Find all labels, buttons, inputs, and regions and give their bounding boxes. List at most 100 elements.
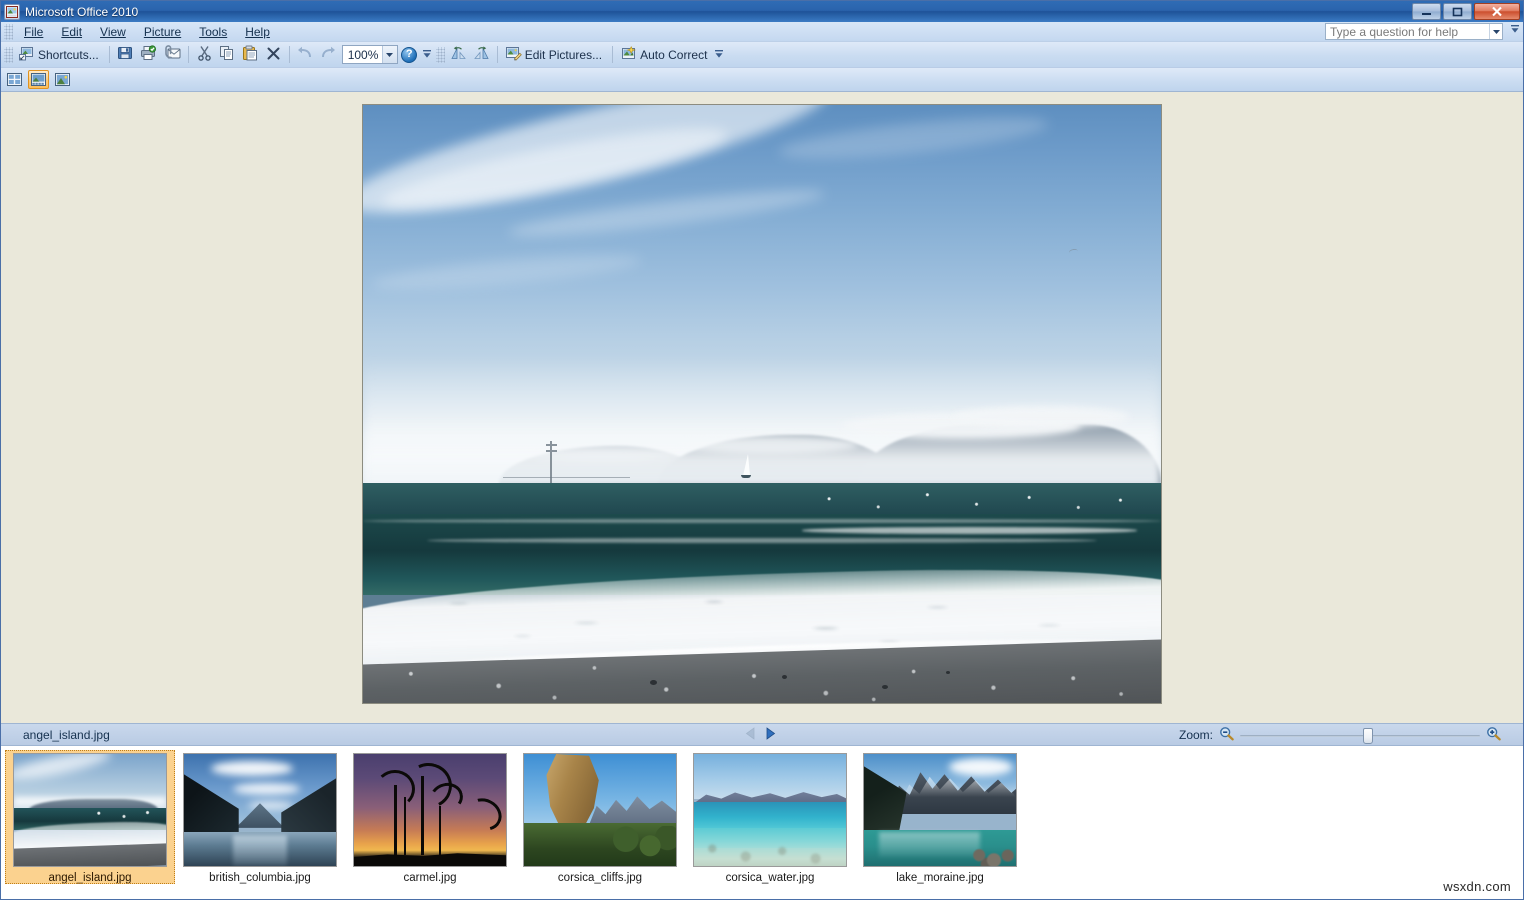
photo-pebble <box>881 685 888 690</box>
toolbar-separator <box>187 46 189 63</box>
attach-email-icon <box>163 45 181 64</box>
toolbar-separator <box>288 46 290 63</box>
redo-arrow-icon <box>320 46 336 63</box>
photo-bridge-tower <box>545 441 557 485</box>
undo-arrow-icon <box>297 46 313 63</box>
print-button[interactable] <box>137 44 160 66</box>
paste-button[interactable] <box>239 44 262 66</box>
thumbnail-view-button[interactable] <box>4 70 25 89</box>
thumbnail-item-lake-moraine[interactable]: lake_moraine.jpg <box>855 750 1025 884</box>
menu-picture-label: Picture <box>143 24 182 39</box>
thumbnail-label: angel_island.jpg <box>48 872 132 884</box>
menu-edit[interactable]: Edit <box>52 23 91 41</box>
photo-pebble <box>945 670 950 674</box>
help-search-box[interactable]: Type a question for help <box>1325 23 1503 40</box>
menu-help-label: Help <box>245 24 270 39</box>
thumbnail-image <box>353 753 507 867</box>
triangle-left-icon[interactable] <box>745 727 756 743</box>
magnifier-minus-icon[interactable] <box>1219 726 1234 744</box>
chevron-down-icon[interactable] <box>1489 24 1502 39</box>
rotate-left-button[interactable] <box>447 44 470 66</box>
auto-correct-icon <box>621 45 637 64</box>
photo-sailboat <box>740 454 752 480</box>
thumbnail-item-british-columbia[interactable]: british_columbia.jpg <box>175 750 345 884</box>
window-title: Microsoft Office 2010 <box>25 4 139 19</box>
filmstrip-view-button[interactable] <box>28 70 49 89</box>
close-button[interactable] <box>1474 3 1520 20</box>
print-icon <box>140 45 157 64</box>
toolbar-grip-handle[interactable] <box>4 46 13 63</box>
menu-grip-handle[interactable] <box>4 23 13 40</box>
photo-bridge-span <box>502 476 631 478</box>
auto-correct-label: Auto Correct <box>640 47 708 62</box>
navigation-arrows <box>745 727 776 743</box>
auto-correct-button[interactable]: Auto Correct <box>617 44 713 66</box>
menu-file[interactable]: File <box>15 23 52 41</box>
menu-picture[interactable]: Picture <box>135 23 190 41</box>
toolbar-separator <box>108 46 110 63</box>
zoom-level-combo[interactable]: 100% <box>341 45 398 64</box>
email-button[interactable] <box>160 44 184 66</box>
menu-help[interactable]: Help <box>236 23 279 41</box>
copy-icon <box>219 45 235 64</box>
zoom-slider-thumb[interactable] <box>1363 727 1373 744</box>
view-mode-toolbar <box>1 68 1523 92</box>
thumbnail-label: corsica_cliffs.jpg <box>557 872 643 884</box>
picture-toolbar-overflow[interactable] <box>713 44 725 66</box>
undo-button[interactable] <box>294 44 317 66</box>
cut-button[interactable] <box>193 44 216 66</box>
redo-button[interactable] <box>317 44 340 66</box>
thumbnail-label: corsica_water.jpg <box>725 872 815 884</box>
menu-view-label: View <box>100 24 126 39</box>
scissors-icon <box>197 45 212 64</box>
status-bar: angel_island.jpg Zoom: <box>1 723 1523 745</box>
picture-toolbar-grip-handle[interactable] <box>435 46 445 63</box>
thumbnail-image <box>693 753 847 867</box>
zoom-label: Zoom: <box>1178 728 1213 742</box>
shortcuts-icon <box>19 46 35 64</box>
menu-bar: File Edit View Picture Tools Help Type a… <box>1 22 1523 42</box>
title-bar: Microsoft Office 2010 <box>1 1 1523 22</box>
menu-tools-label: Tools <box>199 24 228 39</box>
thumbnail-label: lake_moraine.jpg <box>896 872 984 884</box>
menu-tools[interactable]: Tools <box>190 23 236 41</box>
save-button[interactable] <box>114 44 137 66</box>
shortcuts-button[interactable]: Shortcuts... <box>15 44 105 66</box>
standard-toolbar-overflow[interactable] <box>421 44 433 66</box>
status-filename: angel_island.jpg <box>23 727 110 742</box>
minimize-button[interactable] <box>1412 3 1441 20</box>
preview-image[interactable] <box>362 104 1162 704</box>
help-question-icon: ? <box>401 46 418 63</box>
copy-button[interactable] <box>216 44 239 66</box>
watermark-text: wsxdn.com <box>1443 879 1511 894</box>
thumbnail-item-corsica-cliffs[interactable]: corsica_cliffs.jpg <box>515 750 685 884</box>
rotate-right-button[interactable] <box>470 44 493 66</box>
thumbnail-item-carmel[interactable]: carmel.jpg <box>345 750 515 884</box>
maximize-button[interactable] <box>1443 3 1472 20</box>
photo-pebble <box>781 674 787 679</box>
thumbnail-image <box>183 753 337 867</box>
triangle-right-icon[interactable] <box>765 727 776 743</box>
single-picture-view-button[interactable] <box>52 70 73 89</box>
filmstrip-panel: angel_island.jpg british_columbia.jpg ca… <box>1 745 1523 899</box>
menubar-overflow-button[interactable] <box>1511 25 1519 34</box>
zoom-slider[interactable] <box>1240 727 1480 744</box>
thumbnail-item-angel-island[interactable]: angel_island.jpg <box>5 750 175 884</box>
magnifier-plus-icon[interactable] <box>1486 726 1501 744</box>
menu-view[interactable]: View <box>91 23 135 41</box>
photo-bird <box>1068 247 1079 256</box>
thumbnail-item-corsica-water[interactable]: corsica_water.jpg <box>685 750 855 884</box>
toolbar-separator <box>496 46 498 63</box>
standard-toolbar: Shortcuts... 100% ? Edit Pictures... Aut… <box>1 42 1523 68</box>
help-search-input[interactable]: Type a question for help <box>1330 25 1489 39</box>
picture-manager-icon <box>4 3 20 20</box>
thumbnail-image <box>523 753 677 867</box>
chevron-down-icon[interactable] <box>381 46 397 63</box>
delete-button[interactable] <box>262 44 285 66</box>
zoom-controls: Zoom: <box>1179 726 1501 744</box>
help-button[interactable]: ? <box>398 44 421 66</box>
thumbnail-image <box>13 753 167 867</box>
menu-edit-label: Edit <box>61 24 83 39</box>
edit-pictures-button[interactable]: Edit Pictures... <box>502 44 608 66</box>
window-controls <box>1412 3 1520 20</box>
